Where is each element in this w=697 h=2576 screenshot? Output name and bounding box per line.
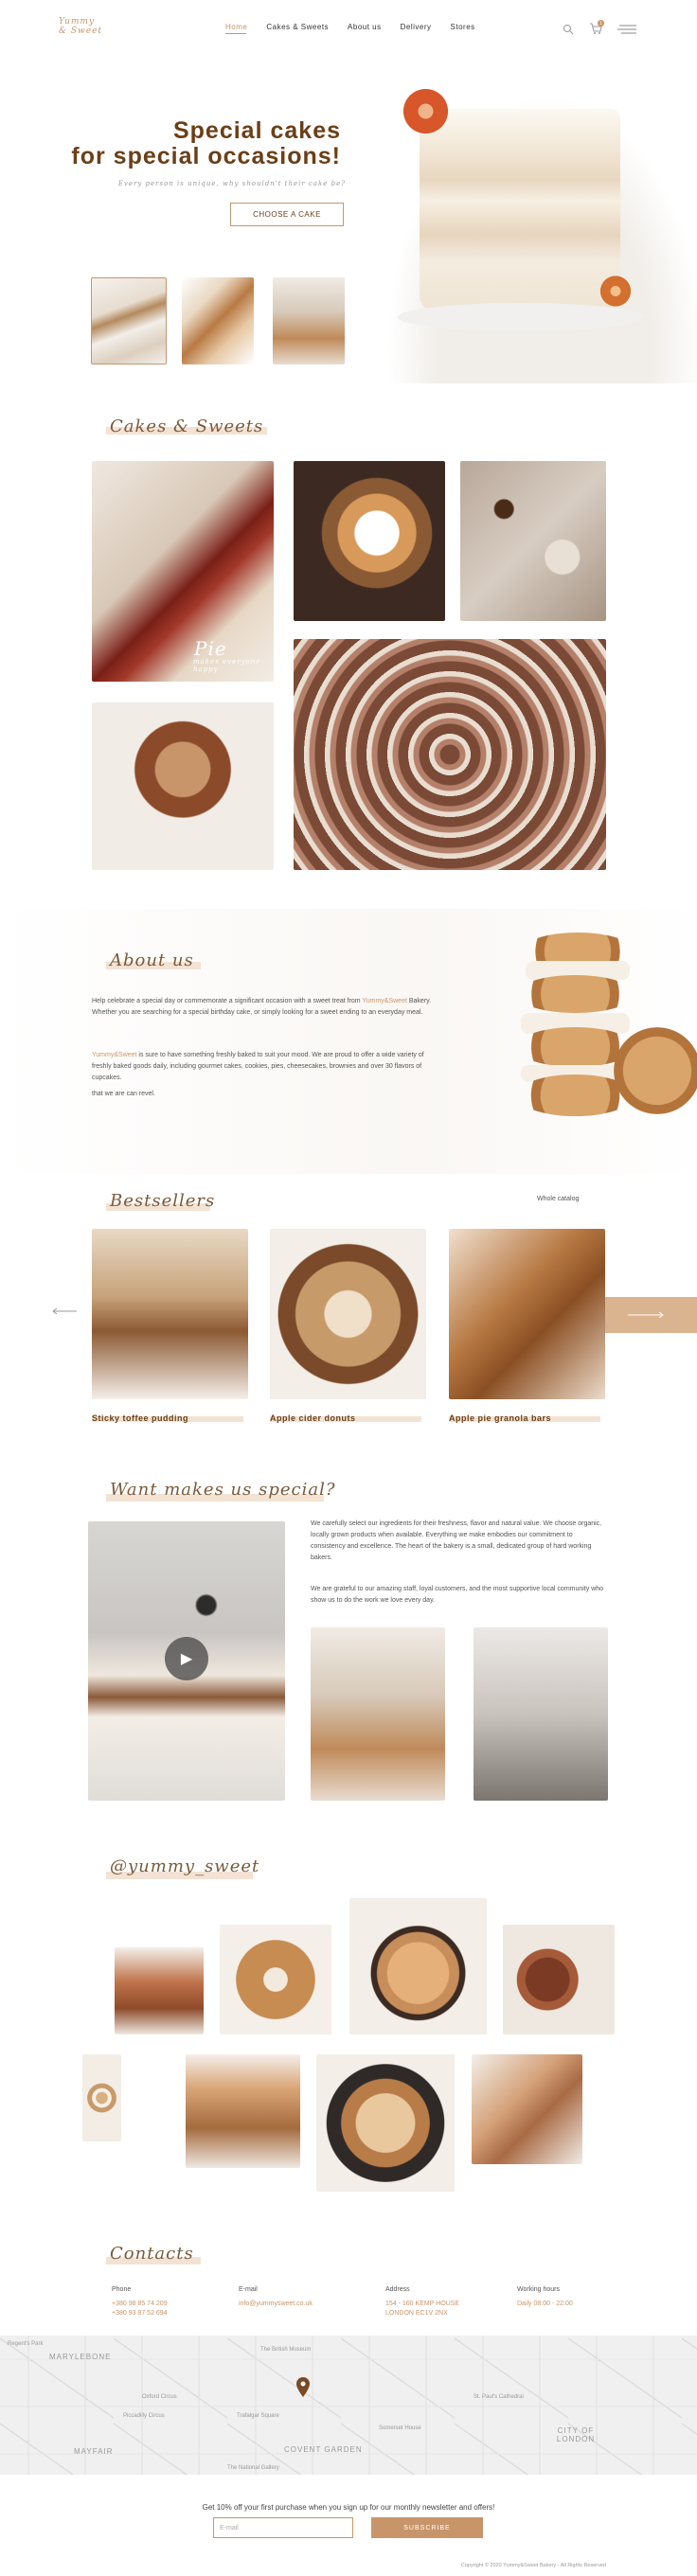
phone-label: Phone (112, 2286, 132, 2293)
map-label-national-gallery: The National Gallery (227, 2465, 279, 2471)
address-line-1: 154 - 160 KEMP HOUSE (385, 2301, 460, 2307)
map-label-somerset-house: Somerset House (379, 2425, 421, 2431)
hero-thumb-3[interactable] (273, 277, 345, 364)
about-para2-post: is sure to have something freshly baked … (92, 1052, 424, 1081)
map-label-covent-garden: COVENT GARDEN (284, 2445, 363, 2454)
bestseller-image-1[interactable] (92, 1229, 248, 1399)
hero-cake-body (420, 109, 620, 312)
play-video-button[interactable]: ▶ (165, 1637, 208, 1680)
map-label-city-of-london: CITY OF LONDON (556, 2426, 596, 2443)
cart-count: 1 (599, 20, 602, 27)
map-pin-icon[interactable] (295, 2377, 311, 2398)
bestseller-image-3[interactable] (449, 1229, 605, 1399)
instagram-photo-4[interactable] (503, 1925, 615, 2034)
hero-flower-decoration (400, 85, 452, 137)
map-label-piccadilly: Piccadilly Circus (123, 2413, 165, 2419)
bestseller-name-2[interactable]: Apple cider donuts (270, 1413, 356, 1423)
about-para1-pre: Help celebrate a special day or commemor… (92, 998, 363, 1004)
hours-label: Working hours (517, 2286, 561, 2293)
newsletter-text: Get 10% off your first purchase when you… (202, 2503, 495, 2512)
carousel-prev-arrow[interactable] (52, 1303, 77, 1315)
map-label-trafalgar: Trafalgar Square (237, 2413, 279, 2419)
special-bakers-image[interactable] (311, 1627, 445, 1801)
hero-title-line1: Special cakes (172, 117, 341, 144)
main-nav: Home Cakes & Sweets About us Delivery St… (225, 23, 481, 31)
bestseller-name-1[interactable]: Sticky toffee pudding (92, 1413, 188, 1423)
map-label-oxford-circus: Oxford Circus (142, 2394, 177, 2400)
dessert-image[interactable] (92, 702, 274, 870)
instagram-photo-7[interactable] (316, 2054, 455, 2192)
email-link[interactable]: info@yummysweet.co.uk (239, 2301, 313, 2307)
about-paragraph-2: Yummy&Sweet is sure to have something fr… (92, 1050, 438, 1084)
map-label-marylebone: MARYLEBONE (49, 2353, 112, 2361)
about-heading: About us (110, 950, 194, 970)
cheesecake-image[interactable] (294, 461, 445, 621)
instagram-photo-3[interactable] (349, 1898, 487, 2034)
hero-flower-decoration-2 (597, 275, 634, 308)
logo-text: Yummy & Sweet (59, 17, 103, 36)
map-label-st-pauls: St. Paul's Cathedral (474, 2394, 524, 2400)
hero-thumb-1[interactable] (91, 277, 167, 364)
cakes-heading: Cakes & Sweets (110, 417, 264, 436)
map-labels: MARYLEBONE MAYFAIR COVENT GARDEN CITY OF… (0, 2336, 697, 2475)
special-mixing-image[interactable] (474, 1627, 608, 1801)
pie-image[interactable] (92, 461, 274, 682)
cart-count-badge: 1 (598, 20, 604, 27)
phone-number-1[interactable]: +380 98 85 74 209 (112, 2301, 168, 2307)
contacts-heading: Contacts (110, 2244, 194, 2264)
instagram-photo-5[interactable] (82, 2054, 121, 2141)
logo[interactable]: Yummy & Sweet (59, 17, 106, 36)
footer-copyright: Copyright © 2020 Yummy&Sweet Bakery - Al… (460, 2563, 606, 2568)
working-hours: Daily 08:00 - 22:00 (517, 2301, 573, 2307)
address-label: Address (385, 2286, 410, 2293)
subscribe-button[interactable]: SUBSCRIBE (371, 2517, 483, 2538)
nav-item-cakes[interactable]: Cakes & Sweets (266, 23, 329, 31)
search-icon[interactable] (563, 23, 574, 35)
sweets-image[interactable] (460, 461, 606, 621)
carousel-next-arrow[interactable] (597, 1297, 697, 1333)
instagram-photo-1[interactable] (115, 1947, 204, 2034)
about-brand-2: Yummy&Sweet (92, 1052, 137, 1058)
about-brand-1: Yummy&Sweet (362, 998, 407, 1004)
hero-cake-plate (398, 303, 644, 331)
menu-icon[interactable] (617, 23, 636, 34)
newsletter-email-input[interactable]: E-mail (213, 2517, 353, 2538)
nav-item-stores[interactable]: Stores (451, 23, 475, 31)
special-heading: Want makes us special? (110, 1480, 336, 1500)
special-paragraph-1: We carefully select our ingredients for … (311, 1520, 602, 1561)
hero-subtitle: Every person is unique, why shouldn't th… (117, 180, 346, 187)
nav-item-about[interactable]: About us (348, 23, 382, 31)
bestseller-name-3[interactable]: Apple pie granola bars (449, 1413, 551, 1423)
bestsellers-heading: Bestsellers (110, 1191, 216, 1211)
instagram-photo-2[interactable] (220, 1925, 331, 2034)
whole-catalog-link[interactable]: Whole catalog (537, 1196, 579, 1202)
special-paragraph-2: We are grateful to our amazing staff, lo… (311, 1586, 604, 1604)
bestseller-image-2[interactable] (270, 1229, 426, 1399)
nav-item-delivery[interactable]: Delivery (401, 23, 432, 31)
instagram-photo-6[interactable] (186, 2054, 300, 2168)
pie-caption-big: Pie (194, 637, 227, 660)
cookies-stack-image (474, 923, 697, 1131)
instagram-heading: @yummy_sweet (110, 1856, 260, 1876)
nav-active-underline (225, 33, 246, 34)
hero-thumb-2[interactable] (182, 277, 254, 364)
map-label-regents-park: Regent's Park (8, 2341, 44, 2347)
map-label-british-museum: The British Museum (260, 2347, 312, 2353)
address-line-2: LONDON EC1V 2NX (385, 2310, 448, 2317)
choose-cake-button[interactable]: CHOOSE A CAKE (230, 203, 344, 226)
pie-caption-small: makes everyone happy (193, 658, 261, 673)
nav-item-home[interactable]: Home (225, 23, 247, 31)
about-paragraph-3: that we are can revel. (92, 1091, 155, 1097)
about-paragraph-1: Help celebrate a special day or commemor… (92, 996, 438, 1019)
instagram-photo-8[interactable] (472, 2054, 582, 2164)
hero-title-line2: for special occasions! (71, 143, 341, 169)
donuts-image[interactable] (294, 639, 606, 870)
email-label: E-mail (239, 2286, 258, 2293)
map-label-mayfair: MAYFAIR (74, 2447, 114, 2456)
play-icon: ▶ (180, 1651, 193, 1667)
phone-number-2[interactable]: +380 93 87 52 694 (112, 2310, 168, 2317)
